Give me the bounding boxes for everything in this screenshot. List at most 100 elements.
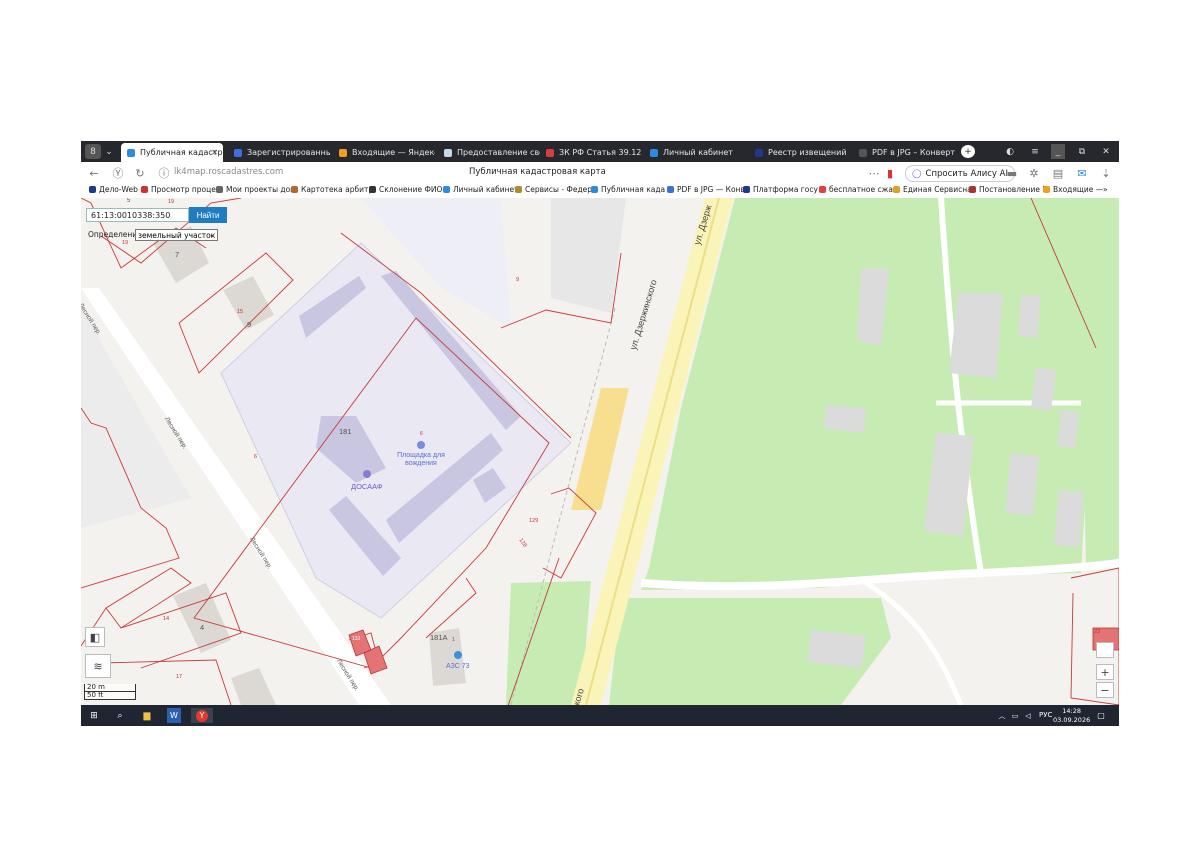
parcel-label-129: 129: [529, 518, 539, 524]
screen: 8 ⌄ Публичная кадастро ✕ Зарегистрированны…: [81, 141, 1119, 726]
tab-favicon-icon: [650, 148, 658, 157]
bookmark-label: Единая Сервисна: [903, 185, 972, 194]
word-icon[interactable]: W: [167, 708, 181, 723]
file-explorer-icon[interactable]: ▆: [139, 708, 155, 723]
tab-1[interactable]: Публичная кадастро ✕: [121, 143, 223, 162]
tab-5[interactable]: ЗК РФ Статья 39.12. Пр: [540, 143, 642, 162]
restore-button[interactable]: ⧉: [1075, 144, 1089, 159]
poi-label-dosaaf[interactable]: ДОСААФ: [351, 482, 383, 491]
tab-favicon-icon: [755, 148, 763, 157]
profile-avatar-icon[interactable]: ◐: [1003, 144, 1017, 159]
shield-icon[interactable]: ▬: [1005, 166, 1019, 180]
tabs-dropdown-icon[interactable]: ⌄: [103, 144, 115, 159]
bookmark-item[interactable]: Сервисы - Федер: [515, 185, 592, 194]
menu-icon[interactable]: ≡: [1028, 144, 1042, 159]
parcel-label-17: 17: [176, 674, 183, 680]
cadastral-search-input[interactable]: [86, 208, 189, 222]
notifications-icon[interactable]: ▢: [1095, 708, 1107, 723]
parcel-label-6: 6: [254, 454, 258, 460]
collections-icon[interactable]: ▤: [1051, 166, 1065, 180]
tab-label: PDF в JPG – Конвертер: [872, 148, 955, 157]
bookmark-favicon-icon: [591, 186, 598, 193]
ask-alice-label: Спросить Алису AI: [925, 168, 1008, 179]
tray-arrow-icon[interactable]: ︿: [997, 708, 1007, 723]
bookmark-favicon-icon: [291, 186, 298, 193]
site-info-icon[interactable]: ⓘ: [157, 166, 171, 180]
bookmark-favicon-icon: [743, 186, 750, 193]
bookmark-label: бесплатное сжат: [829, 185, 898, 194]
tab-6[interactable]: Личный кабинет: [644, 143, 746, 162]
tab-2[interactable]: Зарегистрированные с: [228, 143, 330, 162]
bookmark-item[interactable]: Картотека арбитр: [291, 185, 373, 194]
bookmark-item[interactable]: Личный кабинет: [443, 185, 519, 194]
bookmark-item[interactable]: бесплатное сжат: [819, 185, 897, 194]
building-number-181a: 181А: [430, 633, 448, 642]
bookmark-item[interactable]: Мои проекты док: [216, 185, 295, 194]
poi-label-driving[interactable]: Площадка для вождения: [393, 452, 449, 468]
basemap-toggle-button[interactable]: ◧: [85, 627, 105, 647]
tab-7[interactable]: Реестр извещений: [749, 143, 851, 162]
bookmark-favicon-icon: [369, 186, 376, 193]
bookmark-label: PDF в JPG — Конв: [677, 185, 745, 194]
zoom-in-button[interactable]: +: [1096, 664, 1114, 680]
zoom-out-button[interactable]: −: [1096, 682, 1114, 698]
mail-icon[interactable]: ✉: [1075, 166, 1089, 180]
volume-icon[interactable]: ◁: [1023, 708, 1033, 723]
bookmark-icon[interactable]: ▮: [883, 166, 897, 180]
parcel-label-9: 9: [516, 277, 520, 283]
yandex-browser-icon[interactable]: Y: [191, 708, 213, 723]
bookmark-label: Личный кабинет: [453, 185, 519, 194]
network-icon[interactable]: ▭: [1010, 708, 1020, 723]
more-icon[interactable]: ⋯: [867, 166, 881, 180]
bookmark-item[interactable]: Постановление П: [969, 185, 1048, 194]
bookmark-item[interactable]: Входящие —: [1043, 185, 1103, 194]
bookmark-item[interactable]: Единая Сервисна: [893, 185, 972, 194]
bookmark-label: Дело-Web: [99, 185, 138, 194]
bookmark-item[interactable]: Публичная када: [591, 185, 665, 194]
bookmark-item[interactable]: Дело-Web: [89, 185, 138, 194]
downloads-icon[interactable]: ⇣: [1099, 166, 1113, 180]
bookmark-item[interactable]: PDF в JPG — Конв: [667, 185, 745, 194]
tab-3[interactable]: Входящие — Яндекс По: [333, 143, 435, 162]
bookmark-item[interactable]: Склонение ФИО: [369, 185, 442, 194]
yandex-icon[interactable]: Ⓨ: [111, 166, 125, 180]
reload-icon[interactable]: ↻: [133, 166, 147, 180]
clock-date: 03.09.2026: [1053, 716, 1091, 724]
poi-label-azs[interactable]: АЗС 73: [446, 663, 470, 670]
street-label-dzerzh-top: ул. Дзерж: [692, 203, 714, 246]
clock[interactable]: 14:28 03.09.2026: [1053, 707, 1090, 725]
bookmark-item[interactable]: Просмотр проце: [141, 185, 216, 194]
extensions-icon[interactable]: ✲: [1027, 166, 1041, 180]
bookmark-favicon-icon: [893, 186, 900, 193]
bookmark-item[interactable]: Платформа госу: [743, 185, 818, 194]
layers-button[interactable]: ≋: [85, 654, 111, 678]
parcel-label-15: 15: [237, 309, 244, 315]
clock-time: 14:28: [1062, 707, 1081, 715]
tab-label: Личный кабинет: [663, 148, 733, 157]
tab-bar: 8 ⌄ Публичная кадастро ✕ Зарегистрированны…: [81, 141, 1119, 162]
ask-alice-button[interactable]: ◯ Спросить Алису AI: [905, 165, 1015, 182]
lane-label-2: Лесной пер.: [163, 416, 189, 451]
bookmarks-more-icon[interactable]: »: [1103, 185, 1108, 194]
street-label-dzerzhinskogo: ул. Дзержинского: [628, 278, 659, 351]
map-canvas[interactable]: ул. Дзержинского ул. Дзерж ского Лесной …: [81, 198, 1119, 705]
back-icon[interactable]: ←: [87, 166, 101, 180]
parcel-label-14: 14: [163, 616, 170, 622]
map-square-control[interactable]: [1096, 642, 1114, 658]
find-button[interactable]: Найти: [189, 207, 227, 223]
bookmark-favicon-icon: [216, 186, 223, 193]
windows-start-icon[interactable]: ⊞: [87, 708, 101, 723]
browser-menu-icon[interactable]: 8: [85, 144, 101, 159]
tab-8[interactable]: PDF в JPG – Конвертер: [853, 143, 955, 162]
close-window-button[interactable]: ✕: [1099, 144, 1113, 159]
definition-select[interactable]: земельный участок ⌄: [135, 229, 218, 241]
tab-close-icon[interactable]: ✕: [211, 148, 218, 157]
bookmark-label: Картотека арбитр: [301, 185, 374, 194]
search-icon[interactable]: ⌕: [113, 708, 127, 723]
minimize-button[interactable]: _: [1051, 144, 1065, 159]
tab-4[interactable]: Предоставление сведе: [438, 143, 540, 162]
language-indicator[interactable]: РУС: [1039, 711, 1052, 719]
lane-label-4: Лесной пер.: [335, 658, 361, 693]
new-tab-button[interactable]: +: [961, 145, 975, 158]
url-field[interactable]: lk4map.roscadastres.com: [174, 167, 283, 177]
